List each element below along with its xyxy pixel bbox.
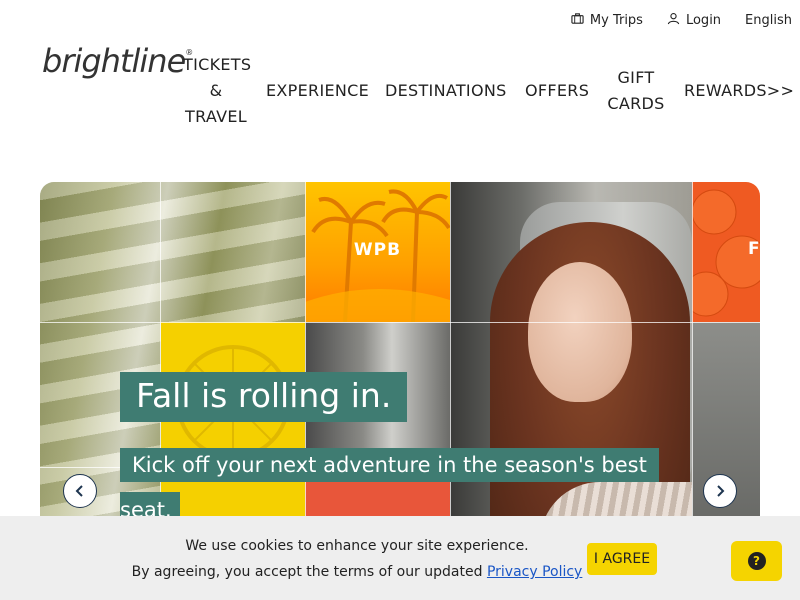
question-icon: ? (747, 552, 766, 570)
login-label: Login (685, 13, 722, 28)
privacy-policy-link[interactable]: Privacy Policy (487, 564, 582, 580)
nav-tickets-line2: & (209, 81, 223, 100)
main-nav: TICKETS & TRAVEL EXPERIENCE DESTINATIONS… (0, 52, 800, 130)
hero-subhead-line1: Kick off your next adventure in the seas… (120, 448, 659, 482)
chevron-right-icon (714, 482, 726, 501)
language-selector[interactable]: English (745, 13, 792, 28)
nav-offers[interactable]: OFFERS (525, 78, 589, 104)
carousel-next-button[interactable] (703, 474, 737, 508)
nav-experience[interactable]: EXPERIENCE (266, 78, 369, 104)
agree-button[interactable]: I AGREE (587, 543, 657, 575)
suitcase-icon (571, 12, 584, 29)
cookie-banner: We use cookies to enhance your site expe… (0, 516, 800, 600)
user-icon (667, 12, 680, 29)
login-link[interactable]: Login (667, 12, 721, 29)
f-label: F (748, 239, 760, 259)
my-trips-label: My Trips (589, 13, 643, 28)
nav-tickets-line1: TICKETS (183, 55, 252, 74)
hero-headline: Fall is rolling in. (120, 372, 408, 422)
nav-tickets-line3: TRAVEL (185, 107, 247, 126)
chevron-left-icon (74, 482, 86, 501)
carousel-prev-button[interactable] (63, 474, 97, 508)
nav-gift-cards[interactable]: GIFT CARDS (604, 65, 668, 117)
nav-gift-line2: CARDS (607, 94, 665, 113)
help-button[interactable]: ? (731, 541, 782, 581)
nav-rewards[interactable]: REWARDS>> (684, 78, 794, 104)
passenger-face (528, 262, 632, 402)
grid-line (40, 322, 760, 323)
nav-destinations[interactable]: DESTINATIONS (385, 78, 507, 104)
nav-gift-line1: GIFT (617, 68, 655, 87)
wpb-label: WPB (353, 240, 402, 260)
my-trips-link[interactable]: My Trips (571, 12, 643, 29)
nav-tickets-travel[interactable]: TICKETS & TRAVEL (183, 52, 252, 130)
language-label: English (745, 13, 792, 28)
cookie-terms-text: By agreeing, you accept the terms of our… (131, 564, 487, 580)
utility-bar: My Trips Login English (571, 12, 792, 29)
